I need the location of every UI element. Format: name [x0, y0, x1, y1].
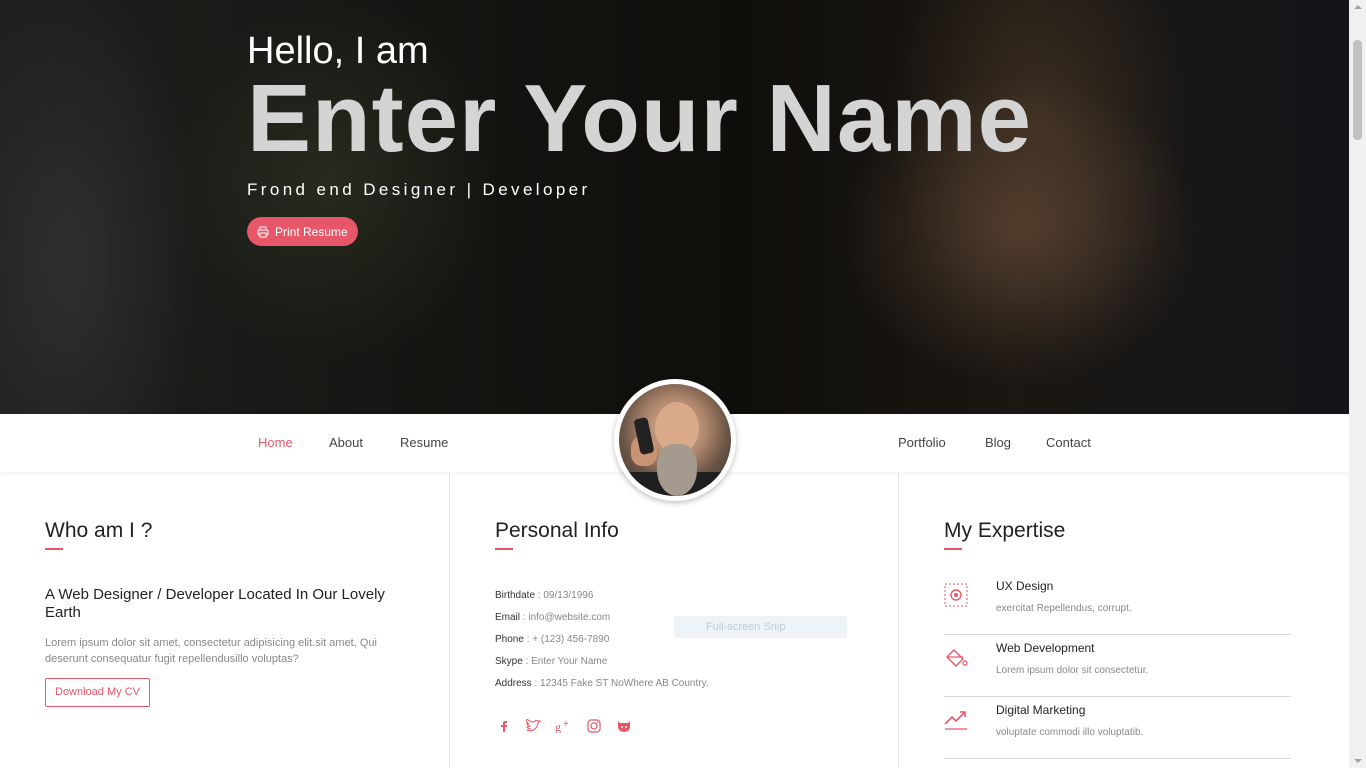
social-links: g +: [495, 717, 633, 735]
gear-icon: [944, 583, 968, 607]
nav-home[interactable]: Home: [258, 414, 293, 472]
personal-info-section: Personal Info Birthdate : 09/13/1996 Ema…: [450, 472, 899, 768]
info-row-skype: Skype : Enter Your Name: [495, 656, 608, 667]
title-underline: [45, 548, 63, 550]
google-plus-icon[interactable]: g +: [555, 717, 573, 735]
expertise-section: My Expertise UX Design exercitat Repelle…: [899, 472, 1349, 768]
download-cv-button[interactable]: Download My CV: [45, 678, 150, 707]
title-underline: [944, 548, 962, 550]
who-title: Who am I ?: [45, 519, 153, 542]
svg-text:g: g: [555, 720, 561, 733]
svg-text:+: +: [563, 719, 569, 730]
expertise-item: Web Development Lorem ipsum dolor sit co…: [944, 635, 1291, 697]
hero-tagline: Frond end Designer | Developer: [247, 180, 591, 199]
facebook-icon[interactable]: [495, 717, 513, 735]
who-text: Lorem ipsum dolor sit amet, consectetur …: [45, 637, 377, 665]
vertical-scrollbar[interactable]: [1349, 0, 1366, 768]
expertise-item: Digital Marketing voluptate commodi illo…: [944, 697, 1291, 759]
expertise-title-marketing: Digital Marketing: [996, 703, 1086, 717]
info-title: Personal Info: [495, 519, 619, 542]
expertise-title: My Expertise: [944, 519, 1066, 542]
printer-icon: [257, 226, 269, 237]
info-row-birthdate: Birthdate : 09/13/1996: [495, 590, 594, 601]
scrollbar-thumb[interactable]: [1353, 40, 1362, 140]
hero-content: Hello, I am Enter Your Name Frond end De…: [247, 28, 1032, 200]
profile-photo: [619, 384, 731, 496]
nav-resume[interactable]: Resume: [400, 414, 448, 472]
instagram-icon[interactable]: [585, 717, 603, 735]
hero-banner: Hello, I am Enter Your Name Frond end De…: [0, 0, 1349, 414]
title-underline: [495, 548, 513, 550]
info-list: Birthdate : 09/13/1996 Email : info@webs…: [495, 585, 709, 695]
paint-bucket-icon: [946, 649, 968, 667]
info-row-address: Address : 12345 Fake ST NoWhere AB Count…: [495, 678, 709, 689]
who-subtitle: A Web Designer / Developer Located In Ou…: [45, 586, 385, 621]
scroll-up-icon[interactable]: [1354, 5, 1362, 9]
print-resume-label: Print Resume: [275, 224, 348, 239]
expertise-title-webdev: Web Development: [996, 641, 1095, 655]
expertise-title-ux: UX Design: [996, 579, 1054, 593]
print-resume-button[interactable]: Print Resume: [247, 217, 358, 246]
expertise-desc-ux: exercitat Repellendus, corrupt.: [996, 603, 1132, 614]
who-am-i-section: Who am I ? A Web Designer / Developer Lo…: [0, 472, 450, 768]
nav-portfolio[interactable]: Portfolio: [898, 414, 946, 472]
expertise-item: UX Design exercitat Repellendus, corrupt…: [944, 573, 1291, 635]
full-screen-snip-overlay: Full-screen Snip: [674, 616, 847, 638]
scroll-down-icon[interactable]: [1354, 759, 1362, 763]
twitter-icon[interactable]: [525, 717, 543, 735]
nav-about[interactable]: About: [329, 414, 363, 472]
github-icon[interactable]: [615, 717, 633, 735]
expertise-desc-webdev: Lorem ipsum dolor sit consectetur.: [996, 665, 1149, 676]
hero-name: Enter Your Name: [247, 65, 1033, 172]
avatar: [614, 379, 736, 501]
trending-up-icon: [944, 711, 967, 730]
nav-blog[interactable]: Blog: [985, 414, 1011, 472]
expertise-desc-marketing: voluptate commodi illo voluptatib.: [996, 727, 1144, 738]
nav-contact[interactable]: Contact: [1046, 414, 1091, 472]
